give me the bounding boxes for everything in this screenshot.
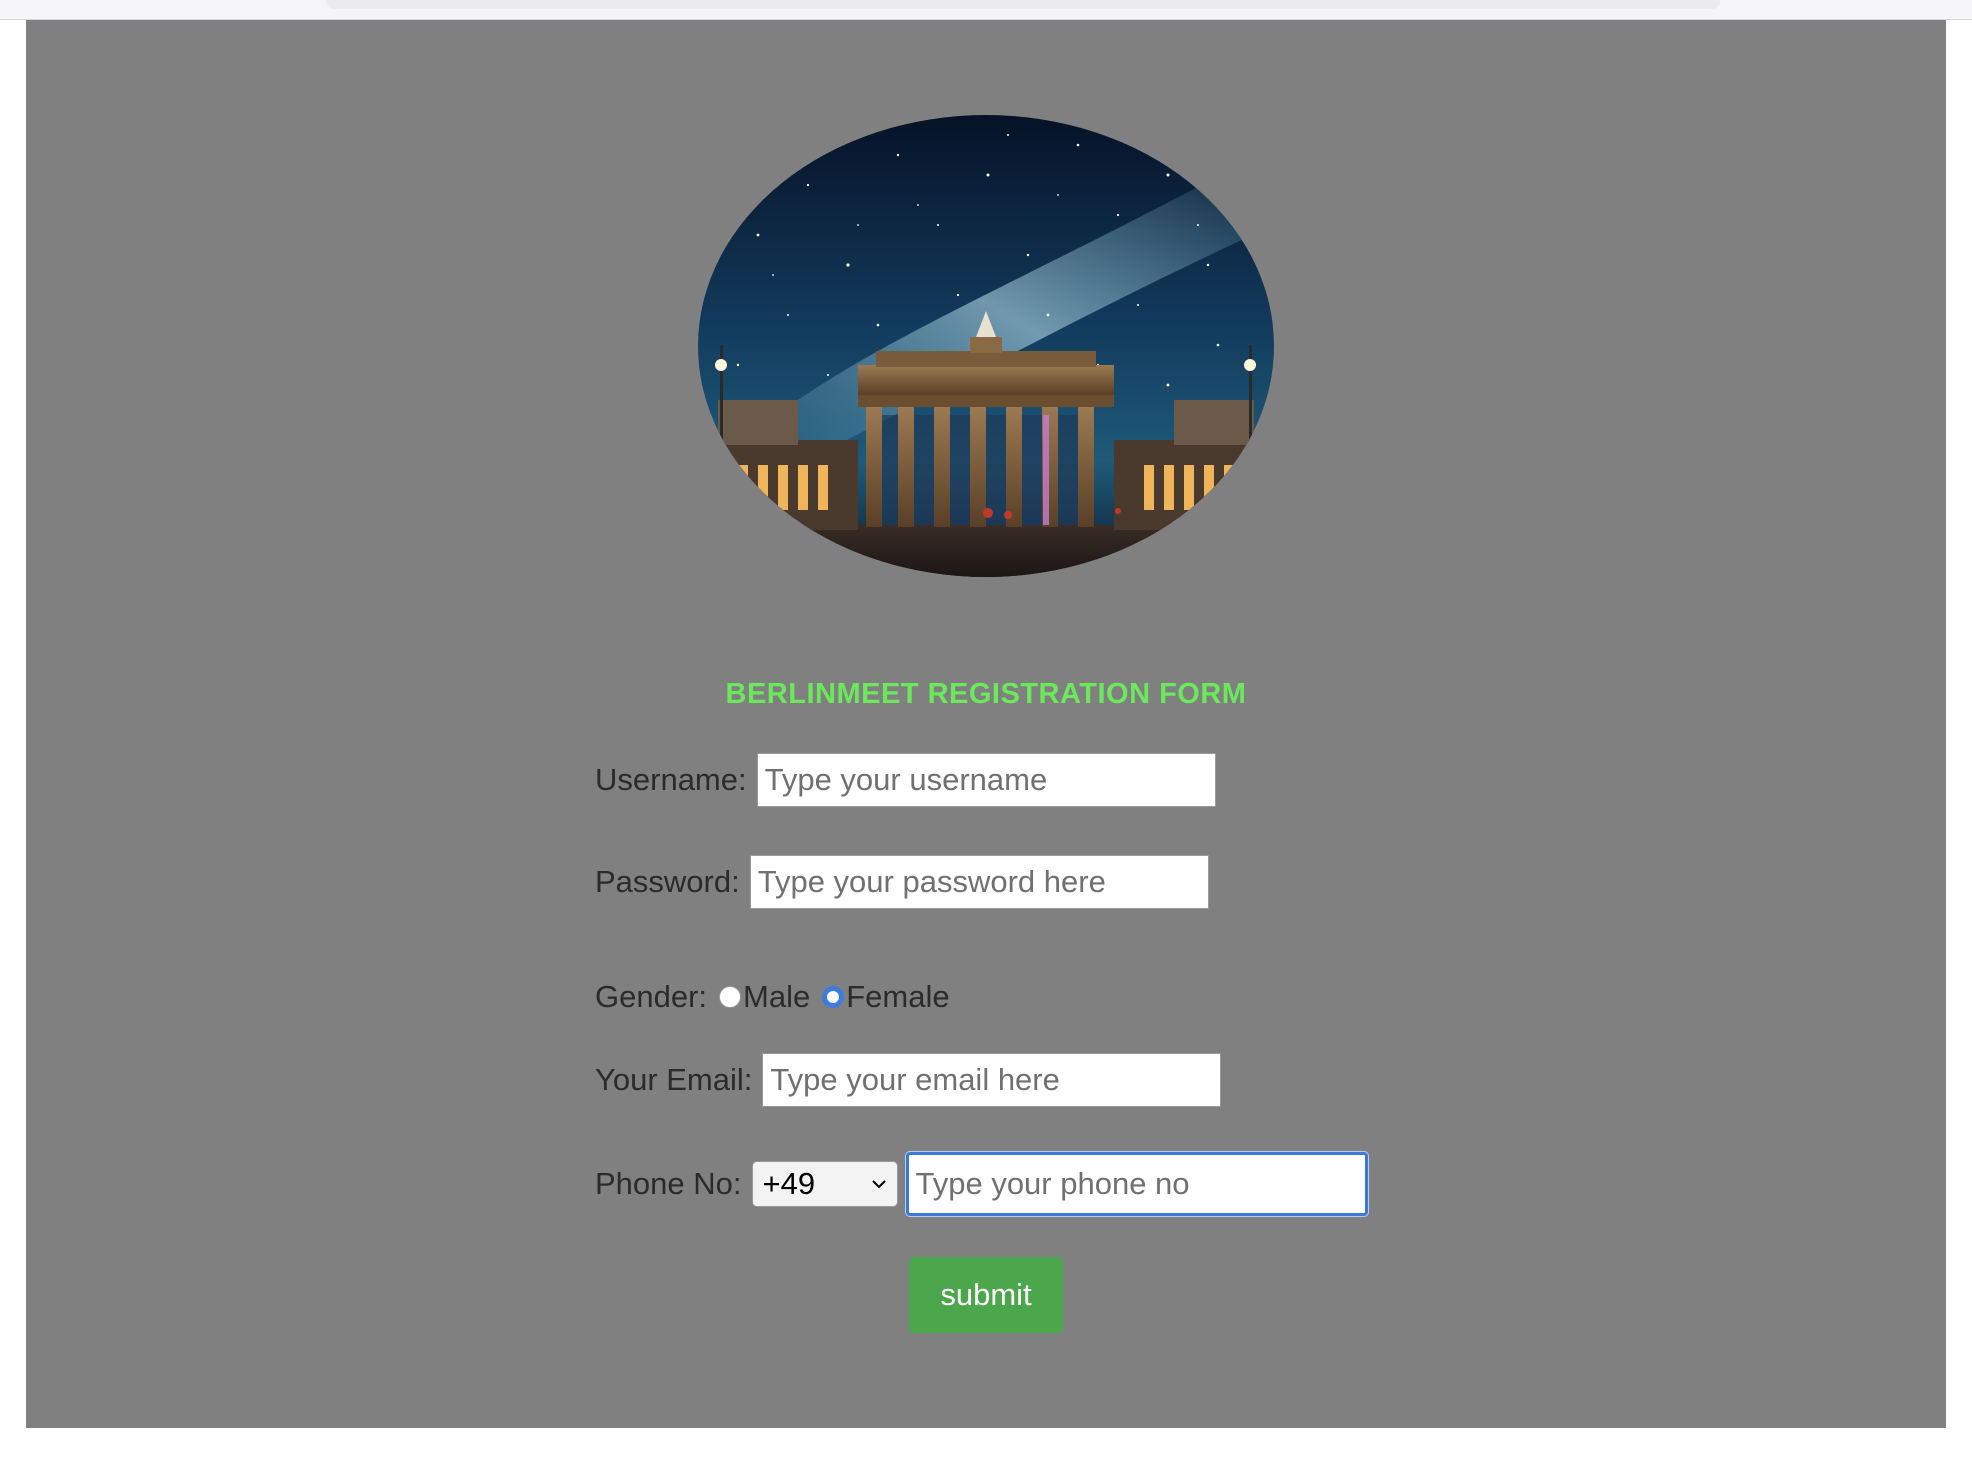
phone-label: Phone No: bbox=[595, 1166, 742, 1201]
address-bar-edge bbox=[326, 0, 1720, 9]
username-input[interactable] bbox=[756, 753, 1216, 807]
gender-male-label[interactable]: Male bbox=[743, 979, 810, 1015]
chevron-down-icon bbox=[871, 1179, 887, 1189]
submit-button[interactable]: submit bbox=[909, 1257, 1063, 1333]
password-label: Password: bbox=[595, 864, 740, 899]
gender-male-radio[interactable] bbox=[719, 986, 742, 1008]
brandenburg-gate-image bbox=[698, 115, 1274, 577]
country-code-select[interactable]: +49 bbox=[751, 1161, 898, 1207]
username-label: Username: bbox=[595, 762, 747, 797]
page-body: BERLINMEET REGISTRATION FORM Username: P… bbox=[26, 20, 1946, 1428]
password-input[interactable] bbox=[749, 855, 1209, 909]
gender-female-label[interactable]: Female bbox=[846, 979, 949, 1015]
gender-label: Gender: bbox=[595, 979, 708, 1014]
phone-input[interactable] bbox=[905, 1152, 1368, 1216]
gender-female-radio[interactable] bbox=[822, 986, 845, 1008]
hero-illustration bbox=[698, 115, 1274, 577]
browser-top-bar bbox=[0, 0, 1972, 20]
password-row: Password: bbox=[595, 855, 1209, 909]
email-input[interactable] bbox=[762, 1053, 1222, 1107]
form-title: BERLINMEET REGISTRATION FORM bbox=[725, 678, 1247, 710]
username-row: Username: bbox=[595, 753, 1216, 807]
email-row: Your Email: bbox=[595, 1053, 1222, 1107]
country-code-value: +49 bbox=[762, 1166, 816, 1201]
email-label: Your Email: bbox=[595, 1062, 753, 1097]
phone-row: Phone No: +49 bbox=[595, 1152, 1368, 1216]
gender-row: Gender: Male Female bbox=[595, 979, 950, 1015]
